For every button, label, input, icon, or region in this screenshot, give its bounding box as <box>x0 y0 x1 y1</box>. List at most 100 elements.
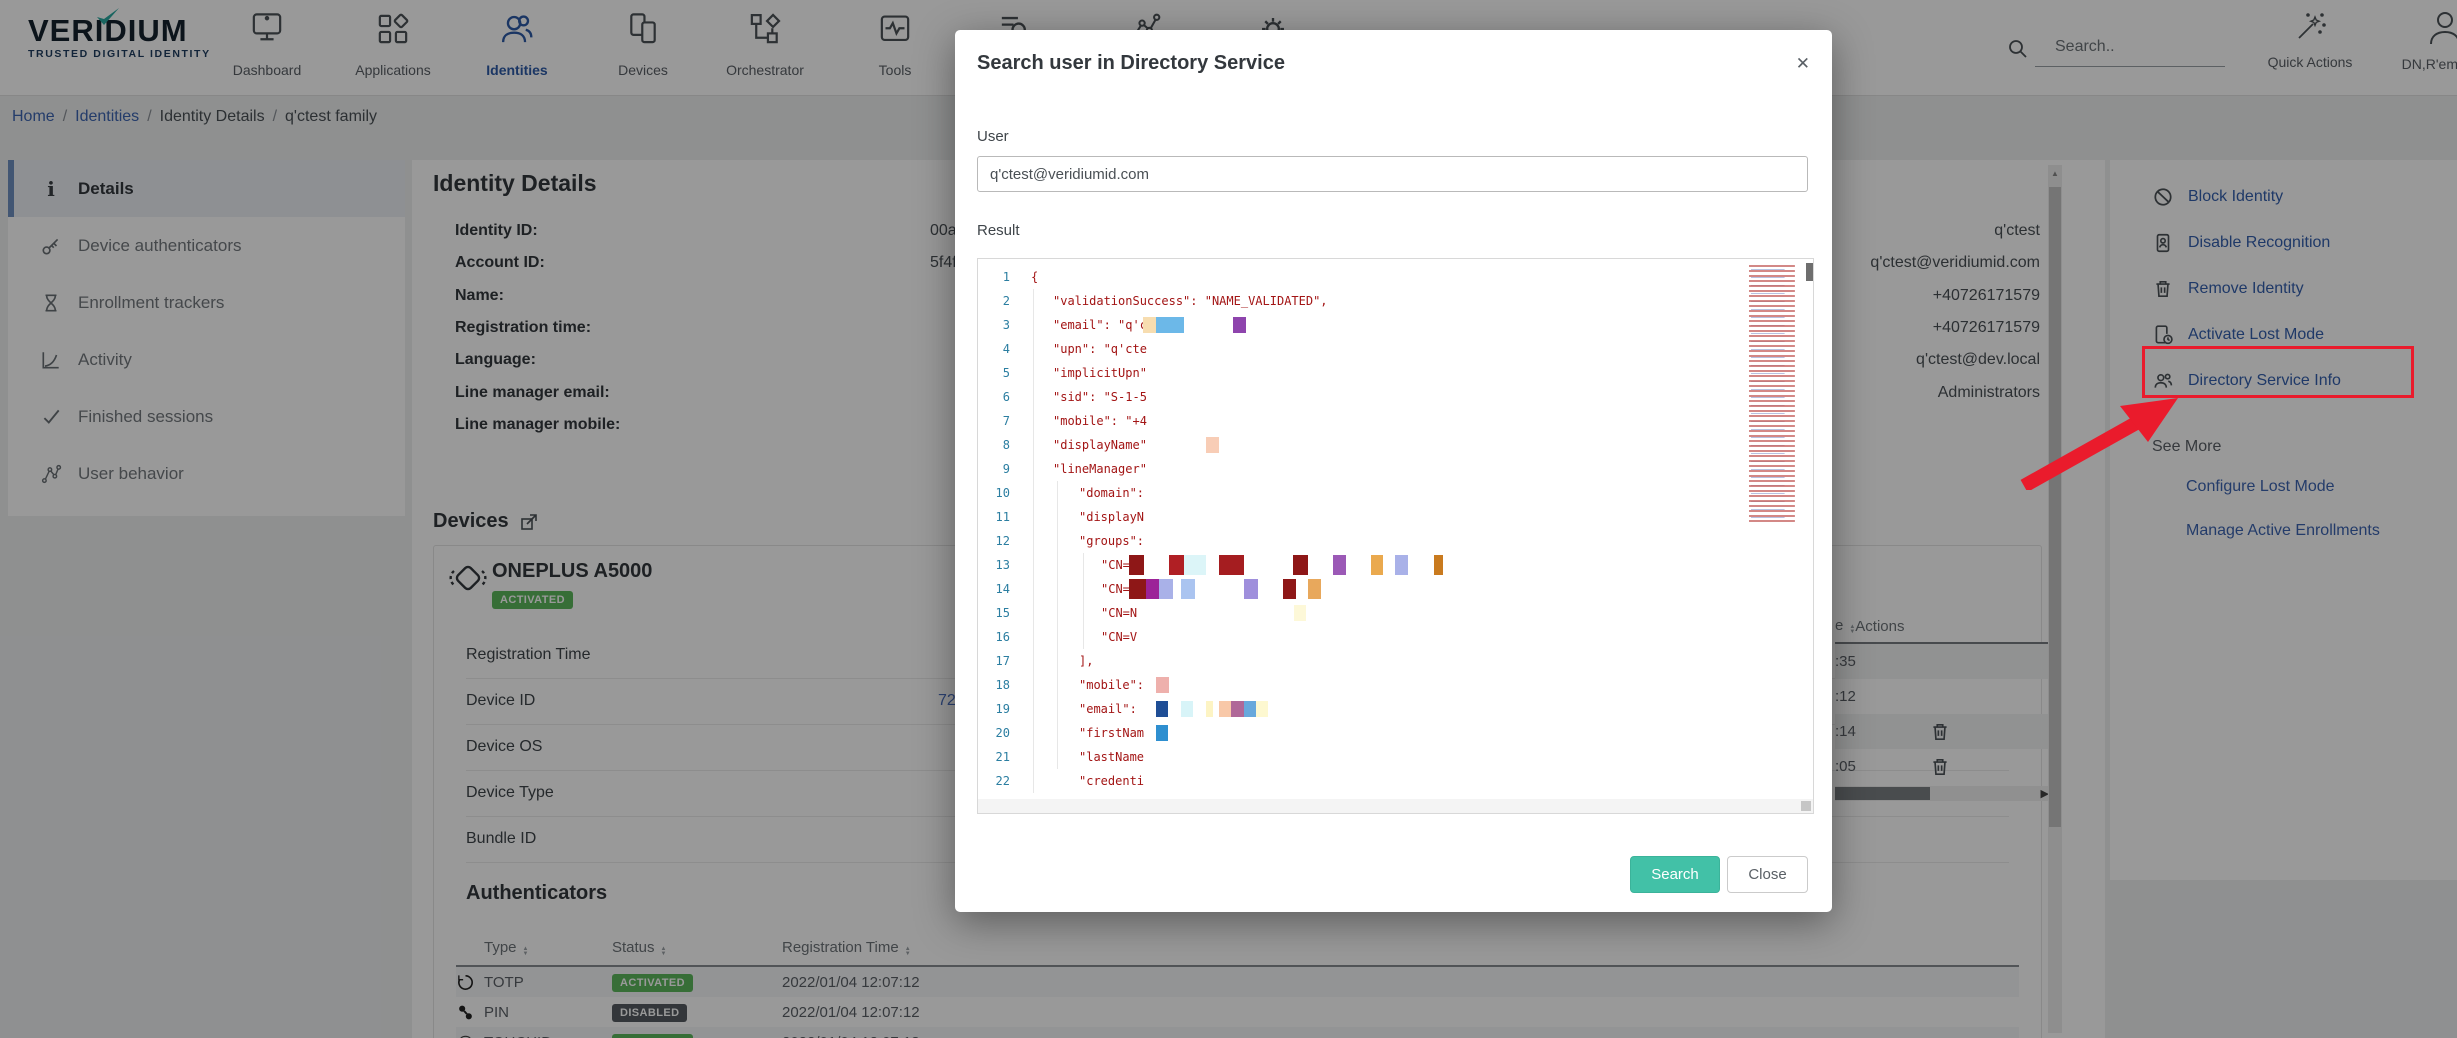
editor-hscrollbar[interactable] <box>978 799 1813 813</box>
redaction-block <box>1181 701 1193 717</box>
redaction-block <box>1156 317 1184 333</box>
redaction-block <box>1233 317 1246 333</box>
result-label: Result <box>977 222 1020 239</box>
redaction-block <box>1169 555 1184 575</box>
code-fragment: "CN=N <box>1101 601 1137 625</box>
editor-line: 9 "lineManager" <box>978 457 1813 481</box>
redaction-block <box>1395 555 1408 575</box>
redaction-block <box>1206 437 1219 453</box>
redaction-block <box>1129 579 1146 599</box>
code-fragment: "mobile": <box>1079 673 1144 697</box>
close-button[interactable]: Close <box>1727 856 1808 893</box>
code-fragment: "groups": <box>1079 529 1144 553</box>
code-fragment: "validationSuccess": "NAME_VALIDATED", <box>1053 289 1328 313</box>
line-number: 14 <box>978 577 1010 601</box>
code-fragment: "mobile": "+4 <box>1053 409 1147 433</box>
line-number: 3 <box>978 313 1010 337</box>
line-number: 5 <box>978 361 1010 385</box>
redaction-block <box>1244 579 1258 599</box>
editor-line: 10 "domain": <box>978 481 1813 505</box>
editor-line: 16 "CN=V <box>978 625 1813 649</box>
line-number: 13 <box>978 553 1010 577</box>
line-number: 22 <box>978 769 1010 793</box>
search-button[interactable]: Search <box>1630 856 1720 893</box>
redaction-block <box>1146 579 1159 599</box>
redaction-block <box>1156 701 1168 717</box>
redaction-block <box>1371 555 1383 575</box>
editor-line: 1{ <box>978 265 1813 289</box>
editor-line: 15 "CN=N <box>978 601 1813 625</box>
json-result-editor[interactable]: 1{2"validationSuccess": "NAME_VALIDATED"… <box>977 258 1814 814</box>
code-fragment: "domain": <box>1079 481 1144 505</box>
line-number: 20 <box>978 721 1010 745</box>
directory-search-modal: Search user in Directory Service ✕ User … <box>955 30 1832 912</box>
modal-close-icon[interactable]: ✕ <box>1796 54 1810 74</box>
redaction-block <box>1156 677 1169 693</box>
code-fragment: "credenti <box>1079 769 1144 793</box>
redaction-block <box>1156 725 1168 741</box>
redaction-block <box>1143 317 1156 333</box>
code-fragment: "lastName <box>1079 745 1144 769</box>
editor-line: 17], <box>978 649 1813 673</box>
line-number: 4 <box>978 337 1010 361</box>
line-number: 19 <box>978 697 1010 721</box>
code-fragment: "CN=V <box>1101 625 1137 649</box>
code-fragment: { <box>1031 265 1038 289</box>
line-number: 21 <box>978 745 1010 769</box>
redaction-block <box>1283 579 1296 599</box>
redaction-block <box>1206 701 1213 717</box>
redaction-block <box>1181 579 1195 599</box>
code-fragment: "implicitUpn" <box>1053 361 1147 385</box>
editor-line: 6"sid": "S-1-5 <box>978 385 1813 409</box>
annotation-arrow <box>2020 390 2190 490</box>
redaction-block <box>1308 579 1321 599</box>
line-number: 8 <box>978 433 1010 457</box>
editor-line: 7 "mobile": "+4 <box>978 409 1813 433</box>
redaction-block <box>1219 555 1244 575</box>
code-fragment: "sid": "S-1-5 <box>1053 385 1147 409</box>
user-field-label: User <box>977 128 1009 145</box>
code-fragment: "email": "q'c <box>1053 313 1147 337</box>
editor-line: 12 "groups": <box>978 529 1813 553</box>
code-fragment: "email": <box>1079 697 1137 721</box>
line-number: 2 <box>978 289 1010 313</box>
editor-line: 5 "implicitUpn" <box>978 361 1813 385</box>
line-number: 10 <box>978 481 1010 505</box>
redaction-block <box>1159 579 1173 599</box>
editor-line: 19 "email": <box>978 697 1813 721</box>
line-number: 12 <box>978 529 1010 553</box>
modal-title: Search user in Directory Service <box>977 52 1285 75</box>
line-number: 15 <box>978 601 1010 625</box>
line-number: 17 <box>978 649 1010 673</box>
editor-line: 3 "email": "q'c <box>978 313 1813 337</box>
line-number: 18 <box>978 673 1010 697</box>
line-number: 9 <box>978 457 1010 481</box>
code-fragment: "displayName" <box>1053 433 1147 457</box>
code-fragment: "displayN <box>1079 505 1144 529</box>
line-number: 1 <box>978 265 1010 289</box>
editor-line: 2 "validationSuccess": "NAME_VALIDATED", <box>978 289 1813 313</box>
line-number: 7 <box>978 409 1010 433</box>
user-search-input[interactable] <box>977 156 1808 192</box>
redaction-block <box>1129 555 1144 575</box>
redaction-block <box>1219 701 1231 717</box>
editor-line: 20 "firstNam <box>978 721 1813 745</box>
editor-vscroll-thumb[interactable] <box>1806 263 1813 281</box>
indent-guide <box>1033 289 1034 793</box>
redaction-block <box>1434 555 1443 575</box>
editor-line: 8 "displayName" <box>978 433 1813 457</box>
redaction-block <box>1244 701 1256 717</box>
code-fragment: ], <box>1079 649 1093 673</box>
editor-line: 13"CN=V <box>978 553 1813 577</box>
line-number: 16 <box>978 625 1010 649</box>
code-fragment: "lineManager" <box>1053 457 1147 481</box>
indent-guide <box>1057 481 1058 769</box>
code-fragment: "firstNam <box>1079 721 1144 745</box>
app-screen: VERIDIUM TRUSTED DIGITAL IDENTITY Dashbo… <box>0 0 2457 1038</box>
editor-line: 14"CN=D <box>978 577 1813 601</box>
editor-minimap[interactable] <box>1749 265 1805 523</box>
code-fragment: "upn": "q'cte <box>1053 337 1147 361</box>
redaction-block <box>1184 555 1206 575</box>
editor-line: 22 "credenti <box>978 769 1813 793</box>
redaction-block <box>1256 701 1268 717</box>
